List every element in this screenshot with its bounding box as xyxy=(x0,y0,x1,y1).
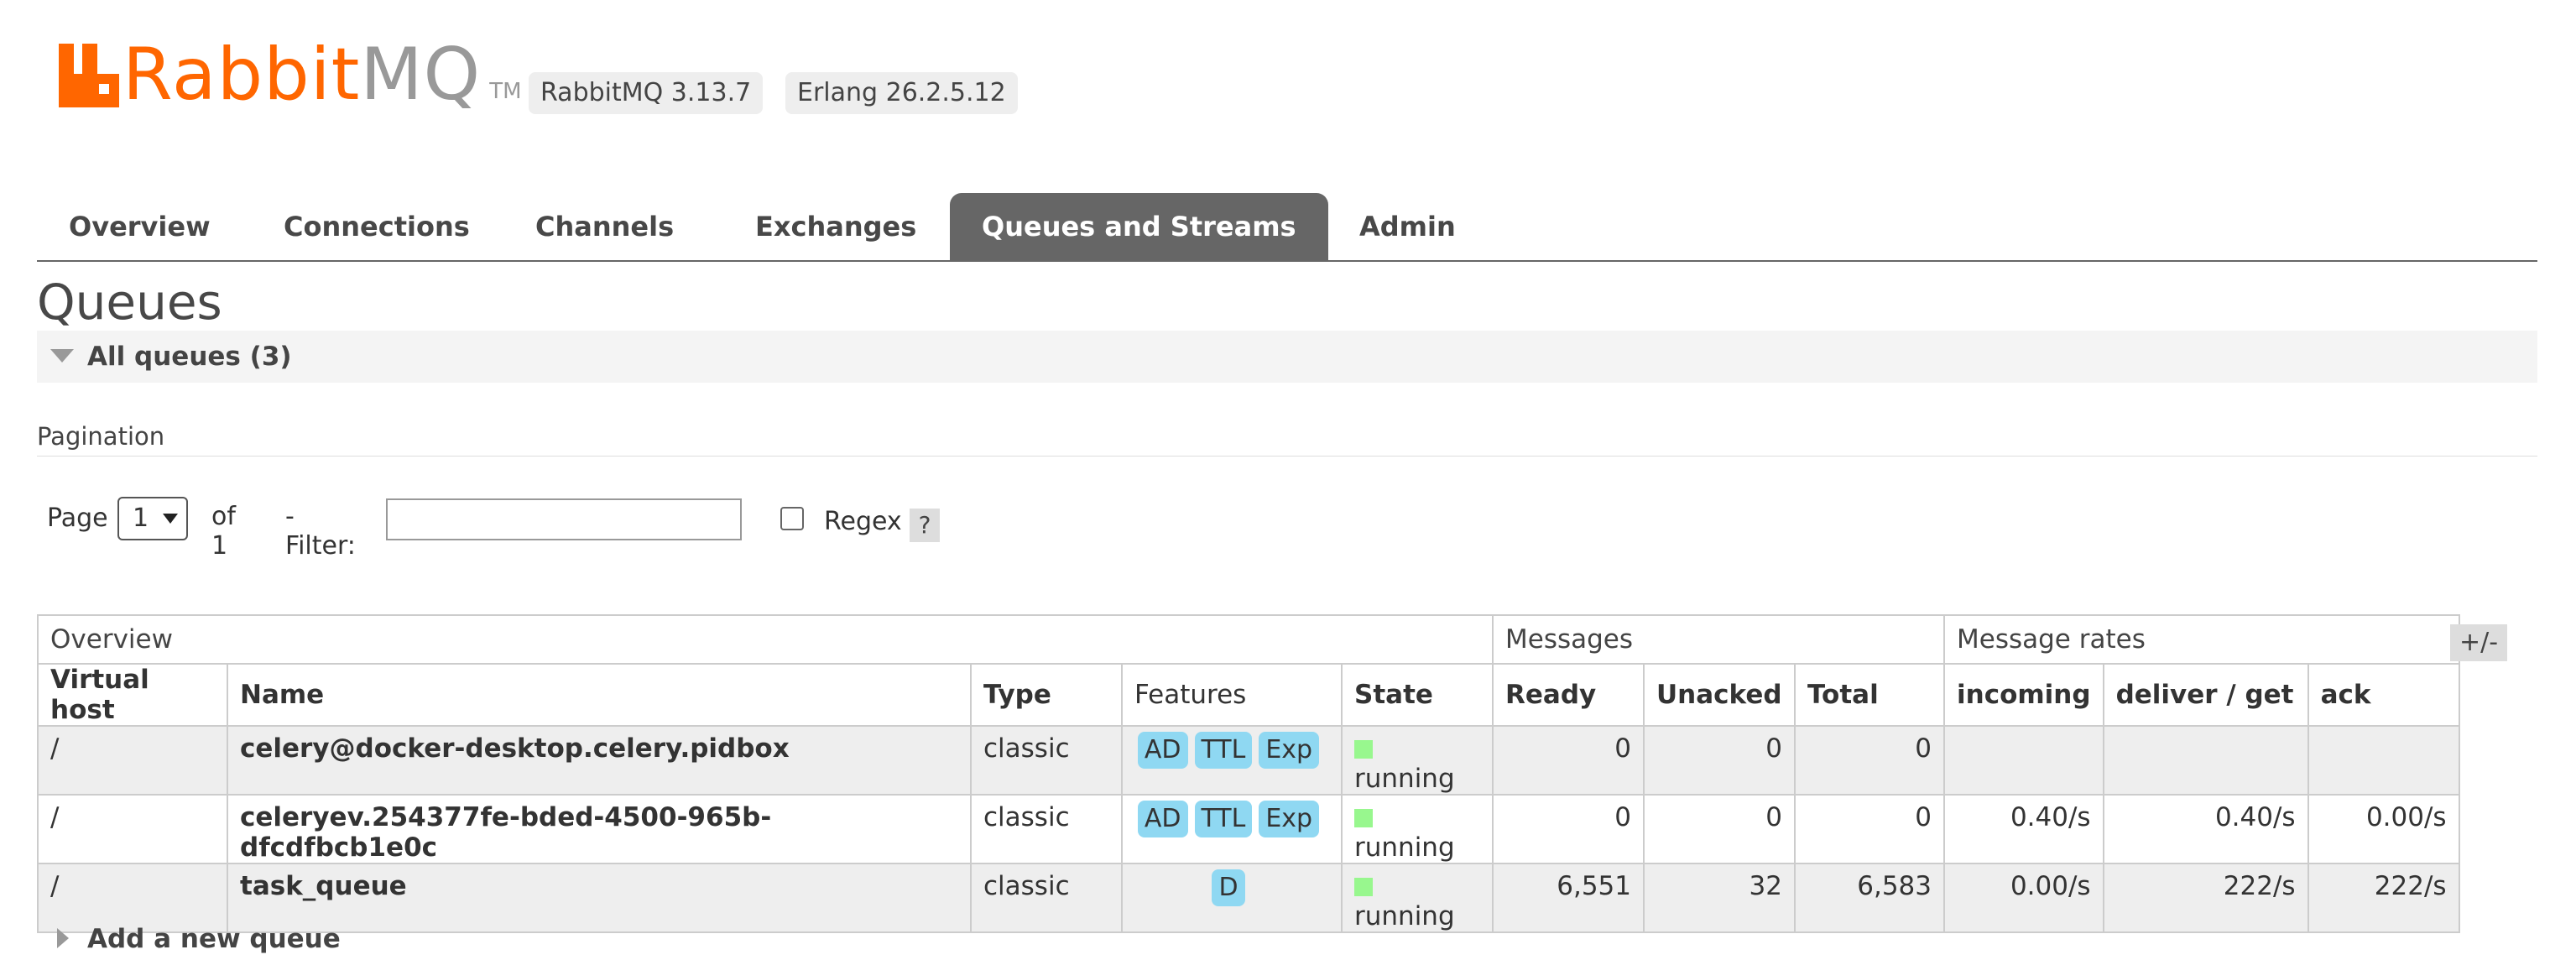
deliver-rate-cell: 0.40/s xyxy=(2102,794,2309,864)
ready-cell: 6,551 xyxy=(1492,863,1645,933)
incoming-rate-cell: 0.00/s xyxy=(1943,863,2104,933)
feature-badge-auto-delete: AD xyxy=(1137,732,1188,769)
regex-label: Regex xyxy=(824,507,902,536)
table-row: / celeryev.254377fe-bded-4500-965b-dfcdf… xyxy=(37,794,2460,864)
type-cell: classic xyxy=(970,725,1123,796)
column-header-deliver-get[interactable]: deliver / get xyxy=(2102,663,2309,727)
state-cell: running xyxy=(1341,863,1494,933)
tab-connections[interactable]: Connections xyxy=(252,193,502,260)
logo-trademark: TM xyxy=(489,79,522,104)
page-of-label: of 1 xyxy=(211,502,236,561)
page-title: Queues xyxy=(37,274,222,331)
type-cell: classic xyxy=(970,794,1123,864)
feature-badge-auto-delete: AD xyxy=(1137,801,1188,837)
ready-cell: 0 xyxy=(1492,794,1645,864)
feature-badge-ttl: TTL xyxy=(1194,732,1253,769)
queue-name-link[interactable]: celeryev.254377fe-bded-4500-965b-dfcdfbc… xyxy=(227,794,972,864)
column-header-name[interactable]: Name xyxy=(227,663,972,727)
ready-cell: 0 xyxy=(1492,725,1645,796)
logo-text: RabbitMQ xyxy=(123,33,482,117)
regex-checkbox[interactable] xyxy=(780,507,804,530)
tab-channels[interactable]: Channels xyxy=(503,193,706,260)
group-header-overview: Overview xyxy=(37,614,1494,665)
add-queue-label: Add a new queue xyxy=(87,924,341,954)
tab-overview[interactable]: Overview xyxy=(37,193,242,260)
feature-badge-expires: Exp xyxy=(1259,801,1320,837)
ack-rate-cell: 0.00/s xyxy=(2307,794,2460,864)
state-cell: running xyxy=(1341,794,1494,864)
vhost-cell: / xyxy=(37,794,228,864)
pagination-title: Pagination xyxy=(37,422,165,451)
filter-label: - Filter: xyxy=(285,502,356,561)
chevron-down-icon xyxy=(163,514,178,524)
expand-triangle-icon xyxy=(57,928,69,948)
feature-badge-durable: D xyxy=(1212,869,1245,906)
column-header-virtual-host[interactable]: Virtual host xyxy=(37,663,228,727)
column-header-ack[interactable]: ack xyxy=(2307,663,2460,727)
deliver-rate-cell: 222/s xyxy=(2102,863,2309,933)
pagination-divider xyxy=(37,456,2537,457)
feature-badge-expires: Exp xyxy=(1259,732,1320,769)
state-cell: running xyxy=(1341,725,1494,796)
page-label: Page xyxy=(47,503,108,533)
column-header-features: Features xyxy=(1121,663,1343,727)
vhost-cell: / xyxy=(37,725,228,796)
column-toggle-button[interactable]: +/- xyxy=(2450,624,2507,661)
column-header-total[interactable]: Total xyxy=(1794,663,1945,727)
features-cell: D xyxy=(1121,863,1343,933)
total-cell: 6,583 xyxy=(1794,863,1945,933)
running-status-icon xyxy=(1354,809,1373,827)
deliver-rate-cell xyxy=(2102,725,2309,796)
rabbitmq-version-badge: RabbitMQ 3.13.7 xyxy=(529,72,764,114)
all-queues-label: All queues (3) xyxy=(87,342,292,372)
regex-help-button[interactable]: ? xyxy=(910,509,940,542)
total-cell: 0 xyxy=(1794,794,1945,864)
rabbitmq-logo: RabbitMQ TM xyxy=(59,29,522,121)
ack-rate-cell: 222/s xyxy=(2307,863,2460,933)
tab-queues-and-streams[interactable]: Queues and Streams xyxy=(950,193,1328,260)
incoming-rate-cell: 0.40/s xyxy=(1943,794,2104,864)
page-select[interactable]: 1 xyxy=(117,497,188,540)
rabbitmq-logo-icon xyxy=(59,44,119,107)
main-nav-tabs: Overview Connections Channels Exchanges … xyxy=(37,193,2537,262)
total-cell: 0 xyxy=(1794,725,1945,796)
column-header-incoming[interactable]: incoming xyxy=(1943,663,2104,727)
tab-exchanges[interactable]: Exchanges xyxy=(723,193,948,260)
filter-input[interactable] xyxy=(386,498,742,540)
column-header-unacked[interactable]: Unacked xyxy=(1643,663,1796,727)
unacked-cell: 0 xyxy=(1643,794,1796,864)
unacked-cell: 32 xyxy=(1643,863,1796,933)
type-cell: classic xyxy=(970,863,1123,933)
features-cell: AD TTL Exp xyxy=(1121,725,1343,796)
column-header-state[interactable]: State xyxy=(1341,663,1494,727)
table-row: / celery@docker-desktop.celery.pidbox cl… xyxy=(37,725,2460,796)
queues-table: Overview Messages Message rates Virtual … xyxy=(37,614,2460,933)
collapse-triangle-icon xyxy=(50,349,74,363)
queue-name-link[interactable]: celery@docker-desktop.celery.pidbox xyxy=(227,725,972,796)
feature-badge-ttl: TTL xyxy=(1194,801,1253,837)
group-header-message-rates: Message rates xyxy=(1943,614,2460,665)
running-status-icon xyxy=(1354,740,1373,759)
running-status-icon xyxy=(1354,878,1373,896)
incoming-rate-cell xyxy=(1943,725,2104,796)
ack-rate-cell xyxy=(2307,725,2460,796)
column-header-type[interactable]: Type xyxy=(970,663,1123,727)
column-header-ready[interactable]: Ready xyxy=(1492,663,1645,727)
all-queues-section-toggle[interactable]: All queues (3) xyxy=(37,331,2537,383)
tab-admin[interactable]: Admin xyxy=(1327,193,1488,260)
unacked-cell: 0 xyxy=(1643,725,1796,796)
table-row: / task_queue classic D running 6,551 32 … xyxy=(37,863,2460,933)
erlang-version-badge: Erlang 26.2.5.12 xyxy=(785,72,1018,114)
group-header-messages: Messages xyxy=(1492,614,1945,665)
features-cell: AD TTL Exp xyxy=(1121,794,1343,864)
